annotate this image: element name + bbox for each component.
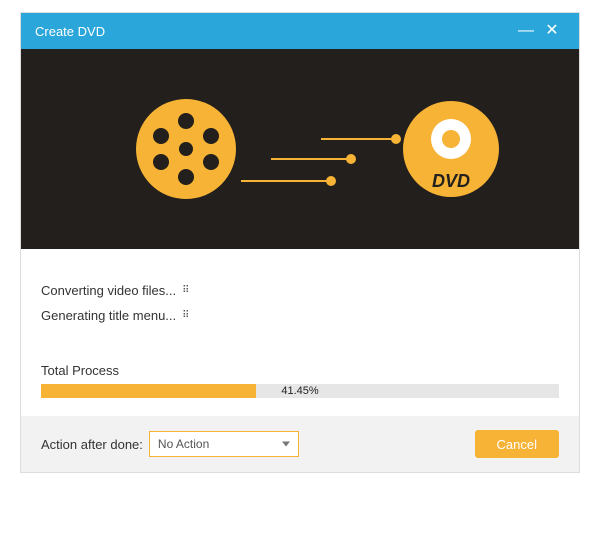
chevron-down-icon [282, 442, 290, 447]
spinner-icon: ⠿ [182, 310, 188, 321]
svg-text:DVD: DVD [432, 171, 470, 191]
progress-label: Total Process [41, 363, 559, 378]
status-text: Generating title menu... [41, 308, 176, 323]
titlebar: Create DVD — ✕ [21, 13, 579, 49]
spinner-icon: ⠿ [182, 285, 188, 296]
hero-illustration: DVD [21, 49, 579, 249]
minimize-button[interactable]: — [513, 23, 539, 39]
progress-track: 41.45% [41, 384, 559, 398]
progress-fill [41, 384, 256, 398]
dvd-disc-icon: DVD [403, 101, 499, 197]
action-after-done-label: Action after done: [41, 437, 143, 452]
status-line-converting: Converting video files... ⠿ [41, 283, 559, 298]
dialog-window: Create DVD — ✕ [20, 12, 580, 473]
status-text: Converting video files... [41, 283, 176, 298]
conversion-graphic: DVD [21, 49, 579, 249]
window-title: Create DVD [35, 24, 513, 39]
close-button[interactable]: ✕ [539, 23, 565, 39]
progress-bar: 41.45% [41, 384, 559, 398]
status-area: Converting video files... ⠿ Generating t… [21, 249, 579, 363]
film-reel-icon [136, 99, 236, 199]
action-after-done-select[interactable]: No Action [149, 431, 299, 457]
select-value: No Action [158, 437, 209, 451]
progress-percent: 41.45% [281, 384, 318, 398]
status-line-generating: Generating title menu... ⠿ [41, 308, 559, 323]
transfer-lines-icon [241, 135, 400, 185]
cancel-button[interactable]: Cancel [475, 430, 559, 458]
progress-section: Total Process 41.45% [21, 363, 579, 416]
footer-bar: Action after done: No Action Cancel [21, 416, 579, 472]
